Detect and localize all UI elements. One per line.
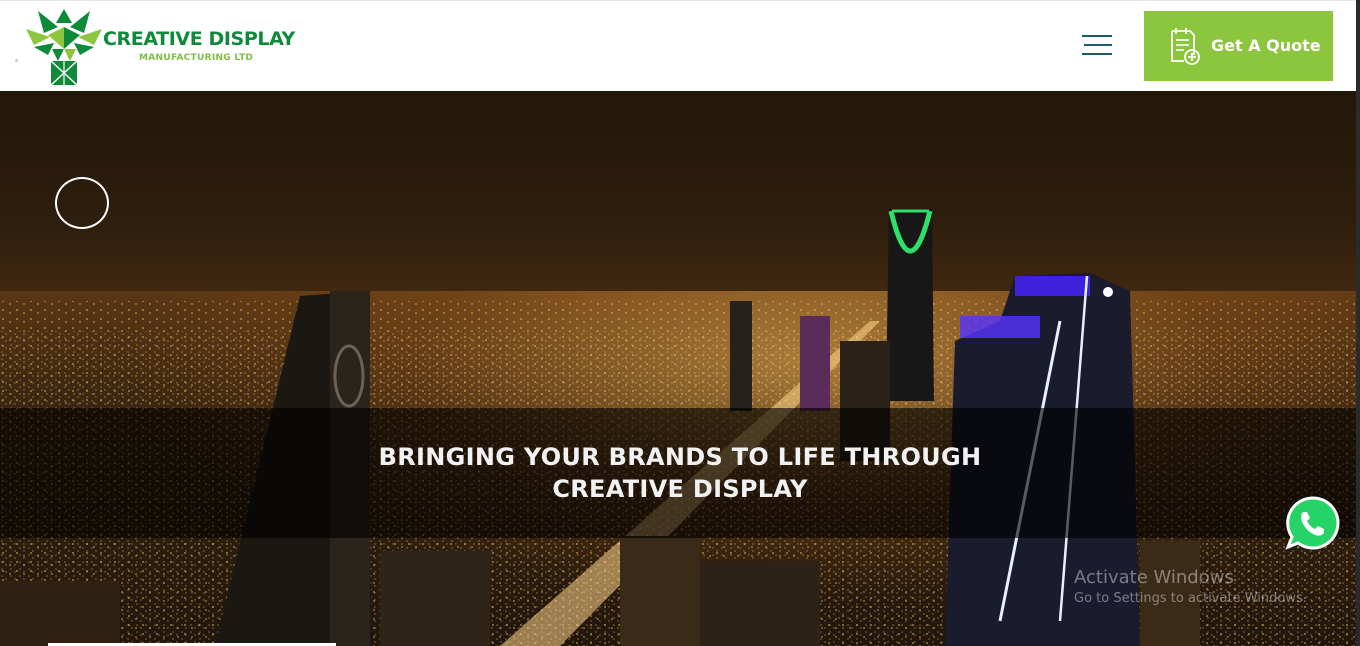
- hamburger-line: [1082, 53, 1112, 55]
- activate-windows-title: Activate Windows: [1074, 567, 1234, 588]
- logo-icon[interactable]: [24, 9, 104, 87]
- hero-tagline: BRINGING YOUR BRANDS TO LIFE THROUGH CRE…: [0, 441, 1360, 505]
- site-header: CREATIVE DISPLAY MANUFACTURING LTD Get A…: [0, 0, 1360, 91]
- hamburger-line: [1084, 44, 1112, 46]
- brand-name[interactable]: CREATIVE DISPLAY: [103, 28, 295, 50]
- city-skyline-image: [0, 209, 1360, 646]
- hero-banner: [0, 91, 1360, 646]
- quote-document-icon: [1171, 28, 1200, 65]
- tagline-line-1: BRINGING YOUR BRANDS TO LIFE THROUGH: [378, 443, 982, 471]
- hamburger-line: [1082, 35, 1112, 37]
- get-a-quote-button[interactable]: Get A Quote: [1144, 11, 1333, 81]
- whatsapp-icon[interactable]: [1284, 495, 1340, 551]
- tagline-line-2: CREATIVE DISPLAY: [552, 475, 808, 503]
- hamburger-icon[interactable]: [1082, 33, 1116, 57]
- logo-dot: [15, 59, 18, 62]
- activate-windows-subtitle: Go to Settings to activate Windows.: [1074, 591, 1307, 606]
- brand-subtitle: MANUFACTURING LTD: [139, 53, 254, 63]
- circle-icon[interactable]: [55, 177, 109, 229]
- page-right-edge: [1356, 0, 1360, 646]
- get-a-quote-label: Get A Quote: [1211, 36, 1321, 55]
